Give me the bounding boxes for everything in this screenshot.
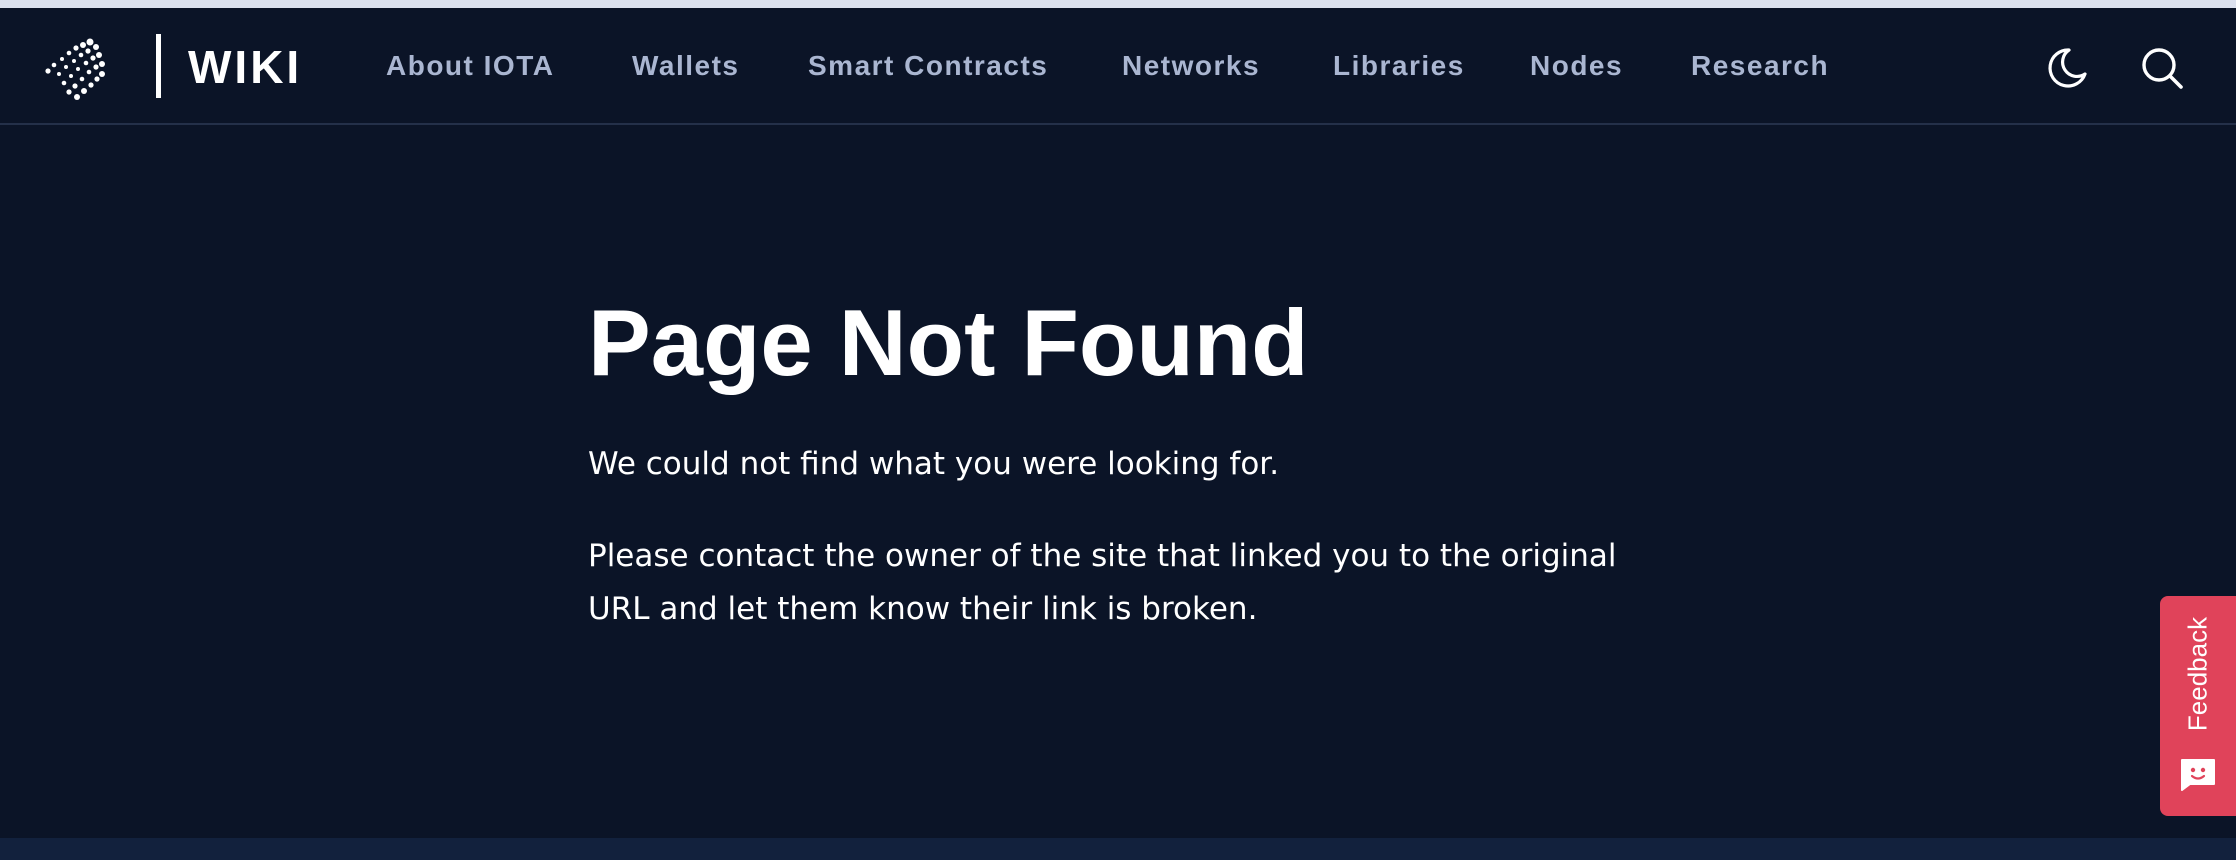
feedback-label: Feedback (2182, 616, 2213, 732)
nav-wallets[interactable]: Wallets (632, 48, 740, 84)
chat-face-icon (2181, 759, 2215, 791)
nav-networks[interactable]: Networks (1122, 48, 1260, 84)
contact-owner-message: Please contact the owner of the site tha… (588, 538, 1617, 627)
feedback-button[interactable]: Feedback (2160, 596, 2236, 816)
navbar: WIKI About IOTA Wallets Smart Contracts … (0, 8, 2236, 125)
nav-research[interactable]: Research (1691, 48, 1829, 84)
not-found-message: We could not find what you were looking … (588, 446, 1280, 482)
iota-logo-icon[interactable] (42, 34, 112, 104)
search-icon[interactable] (2138, 44, 2186, 92)
footer-strip (0, 838, 2236, 860)
nav-about-iota[interactable]: About IOTA (386, 48, 554, 84)
page-title: Page Not Found (588, 290, 1309, 395)
brand-title[interactable]: WIKI (188, 42, 302, 92)
moon-icon[interactable] (2043, 44, 2091, 92)
logo-divider (156, 34, 161, 98)
nav-smart-contracts[interactable]: Smart Contracts (808, 48, 1048, 84)
nav-libraries[interactable]: Libraries (1333, 48, 1465, 84)
nav-nodes[interactable]: Nodes (1530, 48, 1623, 84)
browser-top-edge (0, 0, 2236, 8)
